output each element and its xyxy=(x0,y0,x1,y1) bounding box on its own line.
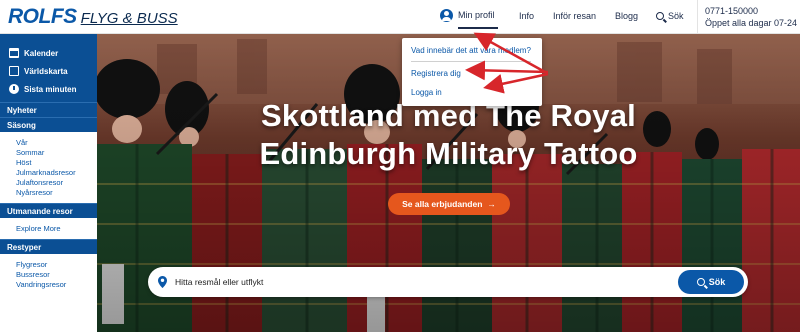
clock-icon xyxy=(9,84,19,94)
hero-title-line-2: Edinburgh Military Tattoo xyxy=(259,136,638,171)
see-all-offers-button[interactable]: Se alla erbjudanden → xyxy=(388,193,510,215)
brand-logo[interactable]: ROLFS FLYG & BUSS xyxy=(8,5,178,28)
cta-label: Se alla erbjudanden xyxy=(402,199,483,209)
opening-hours: Öppet alla dagar 07-24 xyxy=(705,18,798,28)
sidebar-subitem[interactable]: Vår xyxy=(0,138,97,148)
sidebar-item-world-map[interactable]: Världskarta xyxy=(0,62,97,80)
sidebar-section-challenging-trips[interactable]: Utmanande resor xyxy=(0,203,97,218)
sidebar-section-season[interactable]: Säsong xyxy=(0,117,97,132)
arrow-right-icon: → xyxy=(487,199,496,209)
profile-dropdown-menu: Vad innebär det att vara medlem? Registr… xyxy=(402,38,542,106)
sidebar-subitem[interactable]: Flygresor xyxy=(0,260,97,270)
nav-search-label: Sök xyxy=(668,11,684,21)
calendar-icon xyxy=(9,48,19,58)
logo-main: ROLFS xyxy=(8,5,77,28)
sidebar-subitem[interactable]: Bussresor xyxy=(0,270,97,280)
profile-active-indicator xyxy=(458,27,498,29)
membership-info-link[interactable]: Vad innebär det att vara medlem? xyxy=(411,46,531,55)
nav-blog[interactable]: Blogg xyxy=(615,11,638,21)
search-submit-button[interactable]: Sök xyxy=(678,270,744,294)
phone-number[interactable]: 0771-150000 xyxy=(705,5,797,17)
nav-before-trip[interactable]: Inför resan xyxy=(553,11,596,21)
sidebar-item-last-minute[interactable]: Sista minuten xyxy=(0,80,97,98)
location-pin-icon xyxy=(158,276,167,288)
nav-search[interactable]: Sök xyxy=(656,11,684,21)
user-icon xyxy=(440,9,453,22)
destination-search-bar: Hitta resmål eller utflykt Sök xyxy=(148,267,748,297)
trip-types-list: Flygresor Bussresor Vandringsresor xyxy=(0,254,97,295)
map-icon xyxy=(9,66,19,76)
sidebar-subitem[interactable]: Julaftonsresor xyxy=(0,178,97,188)
sidebar: Kalender Världskarta Sista minuten Nyhet… xyxy=(0,34,97,332)
sidebar-section-news[interactable]: Nyheter xyxy=(0,102,97,117)
sidebar-quick-links: Kalender Världskarta Sista minuten xyxy=(0,34,97,102)
sidebar-subitem[interactable]: Julmarknadsresor xyxy=(0,168,97,178)
login-link[interactable]: Logga in xyxy=(411,88,442,97)
sidebar-item-label: Sista minuten xyxy=(24,84,77,94)
search-icon xyxy=(696,278,705,286)
nav-info[interactable]: Info xyxy=(519,11,534,21)
sidebar-subitem[interactable]: Vandringsresor xyxy=(0,280,97,290)
sidebar-subitem[interactable]: Sommar xyxy=(0,148,97,158)
sidebar-section-trip-types[interactable]: Restyper xyxy=(0,239,97,254)
logo-sub: FLYG & BUSS xyxy=(80,10,178,27)
site-header: ROLFS FLYG & BUSS Min profil Info Inför … xyxy=(0,0,800,34)
sidebar-item-calendar[interactable]: Kalender xyxy=(0,44,97,62)
search-input[interactable]: Hitta resmål eller utflykt xyxy=(175,277,263,287)
sidebar-item-label: Världskarta xyxy=(24,66,68,76)
sidebar-subitem[interactable]: Nyårsresor xyxy=(0,188,97,198)
nav-profile[interactable]: Min profil xyxy=(440,9,495,22)
search-icon xyxy=(656,12,664,20)
season-list: Vår Sommar Höst Julmarknadsresor Julafto… xyxy=(0,132,97,203)
dropdown-divider xyxy=(411,61,531,62)
sidebar-item-label: Kalender xyxy=(24,48,59,58)
sidebar-subitem[interactable]: Höst xyxy=(0,158,97,168)
sidebar-subitem[interactable]: Explore More xyxy=(0,224,97,234)
challenging-list: Explore More xyxy=(0,218,97,239)
contact-info: 0771-150000 Öppet alla dagar 07-24 xyxy=(697,0,797,34)
search-button-label: Sök xyxy=(708,277,726,287)
nav-profile-label: Min profil xyxy=(458,9,495,20)
hero-title: Skottland med The Royal Edinburgh Milita… xyxy=(97,97,800,173)
register-link[interactable]: Registrera dig xyxy=(411,69,461,78)
